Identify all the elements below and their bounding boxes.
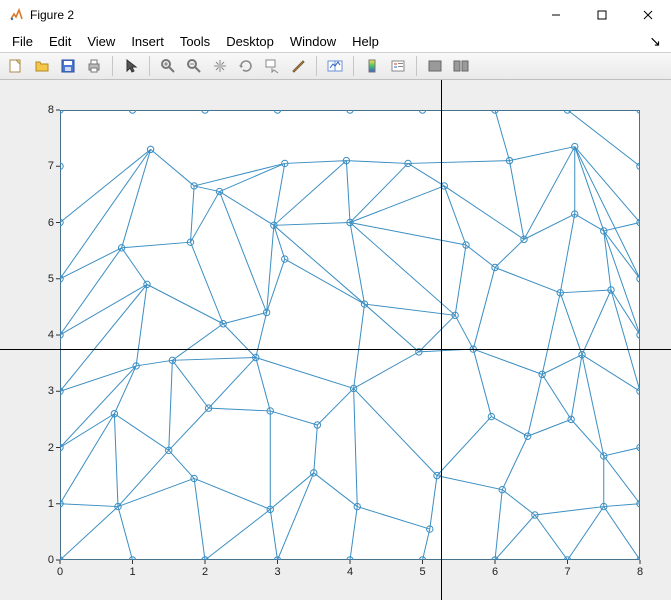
menu-tools[interactable]: Tools <box>172 32 218 51</box>
link-plot-icon[interactable] <box>323 54 347 78</box>
maximize-button[interactable] <box>579 0 625 30</box>
zoom-out-icon[interactable] <box>182 54 206 78</box>
ytick-label: 2 <box>34 442 54 454</box>
crosshair-vertical <box>441 80 442 600</box>
xtick-label: 4 <box>340 566 360 578</box>
print-icon[interactable] <box>82 54 106 78</box>
hide-tools-icon[interactable] <box>423 54 447 78</box>
ytick-label: 8 <box>34 104 54 116</box>
menu-file[interactable]: File <box>4 32 41 51</box>
mesh-plot <box>0 80 671 600</box>
brush-icon[interactable] <box>286 54 310 78</box>
xtick-label: 7 <box>558 566 578 578</box>
legend-icon[interactable] <box>386 54 410 78</box>
crosshair-horizontal <box>0 349 671 350</box>
show-tools-icon[interactable] <box>449 54 473 78</box>
matlab-icon <box>8 7 24 23</box>
ytick-label: 7 <box>34 160 54 172</box>
close-button[interactable] <box>625 0 671 30</box>
menu-window[interactable]: Window <box>282 32 344 51</box>
data-cursor-icon[interactable] <box>260 54 284 78</box>
titlebar: Figure 2 <box>0 0 671 30</box>
pan-icon[interactable] <box>208 54 232 78</box>
rotate-icon[interactable] <box>234 54 258 78</box>
xtick-label: 6 <box>485 566 505 578</box>
minimize-button[interactable] <box>533 0 579 30</box>
xtick-label: 2 <box>195 566 215 578</box>
colorbar-icon[interactable] <box>360 54 384 78</box>
toolbar <box>0 52 671 80</box>
ytick-label: 3 <box>34 385 54 397</box>
xtick-label: 0 <box>50 566 70 578</box>
ytick-label: 5 <box>34 273 54 285</box>
new-figure-icon[interactable] <box>4 54 28 78</box>
menu-help[interactable]: Help <box>344 32 387 51</box>
menu-view[interactable]: View <box>79 32 123 51</box>
window-title: Figure 2 <box>30 8 74 22</box>
save-icon[interactable] <box>56 54 80 78</box>
xtick-label: 1 <box>123 566 143 578</box>
ytick-label: 1 <box>34 498 54 510</box>
ytick-label: 6 <box>34 217 54 229</box>
open-icon[interactable] <box>30 54 54 78</box>
menu-desktop[interactable]: Desktop <box>218 32 282 51</box>
ytick-label: 4 <box>34 329 54 341</box>
menubar: File Edit View Insert Tools Desktop Wind… <box>0 30 671 52</box>
ytick-label: 0 <box>34 554 54 566</box>
xtick-label: 5 <box>413 566 433 578</box>
pointer-icon[interactable] <box>119 54 143 78</box>
xtick-label: 8 <box>630 566 650 578</box>
zoom-in-icon[interactable] <box>156 54 180 78</box>
dock-icon[interactable]: ↘ <box>643 33 667 50</box>
plot-container: 0 1 2 3 4 5 6 7 8 0 1 2 3 4 5 6 7 8 <box>0 80 671 600</box>
menu-insert[interactable]: Insert <box>123 32 172 51</box>
xtick-label: 3 <box>268 566 288 578</box>
menu-edit[interactable]: Edit <box>41 32 79 51</box>
